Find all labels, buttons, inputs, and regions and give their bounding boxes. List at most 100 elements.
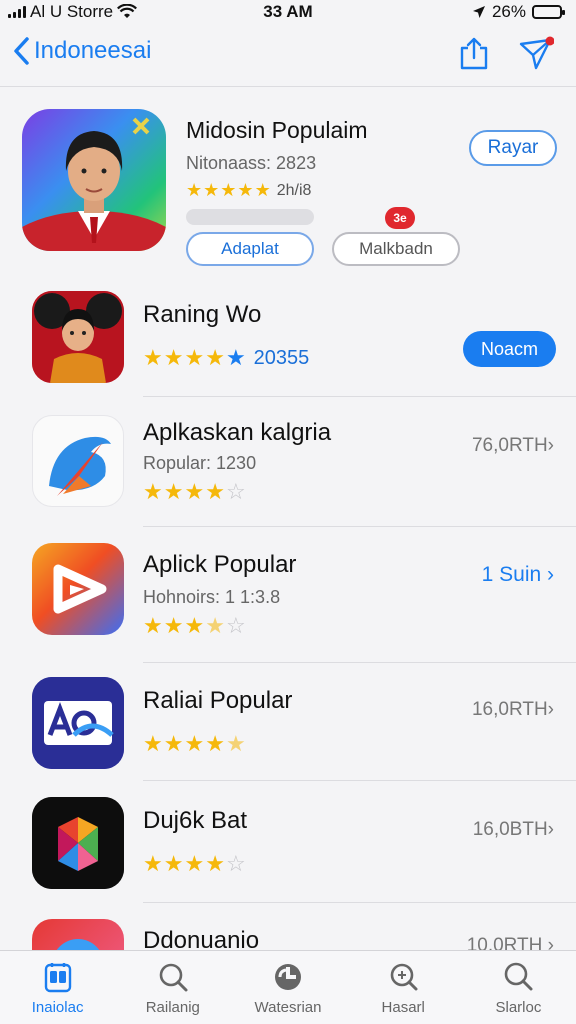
star-icon: ★ bbox=[205, 345, 225, 370]
star-icon: ★ bbox=[143, 613, 163, 638]
tab-slarloc[interactable]: Slarloc bbox=[461, 951, 576, 1024]
star-icon: ★ bbox=[237, 180, 254, 200]
back-button[interactable]: Indoneesai bbox=[12, 36, 151, 66]
app-art bbox=[56, 939, 100, 950]
send-icon[interactable] bbox=[518, 36, 554, 72]
tab-hasarl[interactable]: Hasarl bbox=[346, 951, 461, 1024]
app-rating: ★ ★ ★ ★ ☆ bbox=[143, 481, 246, 503]
star-icon: ★ bbox=[186, 180, 203, 200]
app-meta[interactable]: 10,0RTH › bbox=[467, 935, 554, 950]
app-icon[interactable] bbox=[32, 543, 124, 635]
noacm-button[interactable]: Noacm bbox=[463, 331, 556, 367]
app-meta[interactable]: 16,0RTH› bbox=[472, 699, 554, 721]
app-art bbox=[32, 797, 124, 889]
star-icon: ★ bbox=[225, 345, 246, 370]
app-art bbox=[53, 564, 107, 614]
star-rating: ★ ★ ★ ★ ★ bbox=[143, 347, 246, 370]
app-title: Raning Wo bbox=[143, 301, 262, 328]
status-bar: Al U Storre 33 AM 26% bbox=[0, 0, 576, 26]
star-icon: ★ bbox=[143, 345, 163, 370]
app-subtitle: Ropular: 1230 bbox=[143, 453, 257, 473]
back-label: Indoneesai bbox=[34, 37, 152, 64]
star-icon: ★ bbox=[205, 479, 225, 504]
star-icon: ★ bbox=[254, 180, 271, 200]
app-subtitle: Hohnoirs: 1 1:3.8 bbox=[143, 587, 281, 607]
app-rating: ★ ★ ★ ★ ★ 20355 bbox=[143, 347, 309, 370]
adaplat-button[interactable]: Adaplat bbox=[186, 232, 314, 266]
battery-icon bbox=[532, 5, 565, 19]
app-meta[interactable]: 1 Suin › bbox=[482, 563, 554, 587]
notification-badge: 3e bbox=[385, 207, 415, 229]
star-icon: ★ bbox=[184, 345, 205, 370]
status-right: 26% bbox=[472, 2, 565, 22]
app-icon[interactable] bbox=[32, 919, 124, 950]
star-icon: ★ bbox=[220, 180, 237, 200]
share-icon[interactable] bbox=[456, 36, 492, 72]
app-meta[interactable]: 76,0RTH› bbox=[472, 435, 554, 457]
star-icon: ★ bbox=[205, 613, 225, 638]
featured-app-title: Midosin Populaim bbox=[186, 117, 368, 143]
search-icon bbox=[159, 963, 188, 992]
list-item[interactable]: Raliai Popular ★ ★ ★ ★ ★ 16,0RTH› bbox=[0, 663, 576, 781]
featured-star-rating: ★ ★ ★ ★ ★ bbox=[186, 181, 271, 201]
app-icon[interactable] bbox=[32, 797, 124, 889]
app-title: Ddonuanio bbox=[143, 927, 260, 950]
star-icon: ★ bbox=[163, 479, 184, 504]
star-icon: ★ bbox=[205, 731, 225, 756]
featured-rating-count: 2h/i8 bbox=[276, 182, 312, 199]
apps-icon bbox=[44, 963, 71, 993]
star-icon: ★ bbox=[143, 479, 163, 504]
app-art bbox=[32, 291, 124, 383]
tab-label: Inaiolac bbox=[31, 999, 84, 1016]
app-icon[interactable] bbox=[32, 291, 124, 383]
app-rating: ★ ★ ★ ★ ☆ bbox=[143, 615, 246, 637]
app-icon[interactable] bbox=[32, 677, 124, 769]
games-icon bbox=[275, 964, 301, 990]
tab-label: Railanig bbox=[145, 999, 200, 1016]
app-title: Aplkaskan kalgria bbox=[143, 419, 332, 446]
featured-app[interactable]: Midosin Populaim Nitonaass: 2823 ★ ★ ★ ★ ★ 2… bbox=[0, 87, 576, 287]
star-icon: ★ bbox=[163, 851, 184, 876]
app-art bbox=[32, 677, 124, 769]
star-icon: ★ bbox=[184, 613, 205, 638]
tab-label: Watesrian bbox=[254, 999, 322, 1016]
battery-percent: 26% bbox=[491, 2, 526, 21]
star-icon: ★ bbox=[184, 851, 205, 876]
star-icon: ★ bbox=[143, 731, 163, 756]
list-item[interactable]: Ddonuanio 10,0RTH › bbox=[0, 903, 576, 950]
star-icon: ★ bbox=[163, 613, 184, 638]
download-progress-bar bbox=[186, 209, 314, 225]
star-icon: ☆ bbox=[225, 851, 246, 876]
app-meta[interactable]: 16,0BTH› bbox=[473, 819, 554, 841]
star-icon: ☆ bbox=[225, 613, 246, 638]
star-icon: ★ bbox=[143, 851, 163, 876]
tab-inaiolac[interactable]: Inaiolac bbox=[0, 951, 115, 1024]
search-icon bbox=[505, 962, 533, 991]
app-icon[interactable] bbox=[32, 415, 124, 507]
rayar-button[interactable]: Rayar bbox=[469, 130, 557, 166]
app-title: Duj6k Bat bbox=[143, 807, 248, 834]
rating-count: 20355 bbox=[253, 347, 310, 369]
featured-app-icon[interactable] bbox=[22, 109, 166, 251]
malkbadn-button[interactable]: Malkbadn bbox=[332, 232, 460, 266]
star-icon: ★ bbox=[203, 180, 220, 200]
tab-watesrian[interactable]: Watesrian bbox=[230, 951, 345, 1024]
app-title: Aplick Popular bbox=[143, 551, 297, 578]
location-icon bbox=[472, 6, 485, 18]
star-icon: ★ bbox=[163, 345, 184, 370]
tab-railanig[interactable]: Railanig bbox=[115, 951, 230, 1024]
app-art bbox=[49, 436, 111, 496]
featured-rating: ★ ★ ★ ★ ★ 2h/i8 bbox=[186, 181, 311, 201]
list-item[interactable]: Aplkaskan kalgria Ropular: 1230 ★ ★ ★ ★ ☆ 76… bbox=[0, 397, 576, 527]
list-item[interactable]: Aplick Popular Hohnoirs: 1 1:3.8 ★ ★ ★ ★ ☆ 1… bbox=[0, 527, 576, 663]
list-item[interactable]: Raning Wo ★ ★ ★ ★ ★ 20355 Noacm bbox=[0, 287, 576, 397]
app-rating: ★ ★ ★ ★ ★ bbox=[143, 733, 246, 755]
star-icon: ☆ bbox=[225, 479, 246, 504]
star-icon: ★ bbox=[225, 731, 246, 756]
tab-label: Slarloc bbox=[495, 999, 542, 1016]
chevron-left-icon bbox=[14, 37, 29, 65]
navigation-bar: Indoneesai bbox=[0, 26, 576, 86]
portrait-image bbox=[22, 117, 166, 251]
tab-bar: Inaiolac Railanig Watesrian Hasarl Slarl… bbox=[0, 950, 576, 1024]
list-item[interactable]: Duj6k Bat ★ ★ ★ ★ ☆ 16,0BTH› bbox=[0, 781, 576, 903]
